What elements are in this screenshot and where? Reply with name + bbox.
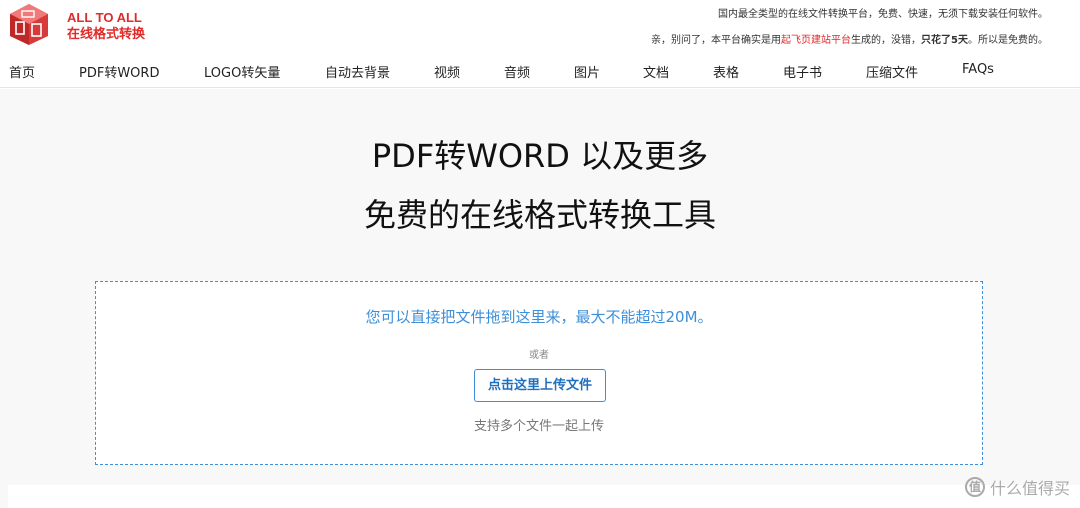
notice-bold-text: 只花了5天 — [921, 35, 968, 46]
nav-item-video[interactable]: 视频 — [434, 62, 460, 81]
site-tagline: 国内最全类型的在线文件转换平台，免费、快速，无须下载安装任何软件。 — [718, 9, 1048, 20]
drop-hint-text: 您可以直接把文件拖到这里来，最大不能超过20M。 — [365, 308, 713, 326]
main-nav: 首页 PDF转WORD LOGO转矢量 自动去背景 视频 音频 图片 文档 表格… — [0, 56, 1080, 88]
hero-title-line-2: 免费的在线格式转换工具 — [363, 196, 716, 234]
nav-item-faqs[interactable]: FAQs — [962, 62, 994, 77]
notice-platform-link[interactable]: 起飞页建站平台 — [781, 35, 851, 46]
upload-file-button[interactable]: 点击这里上传文件 — [474, 369, 606, 402]
nav-item-document[interactable]: 文档 — [643, 62, 669, 81]
notice-text-1: 亲，别问了，本平台确实是用 — [651, 35, 782, 46]
nav-item-archive[interactable]: 压缩文件 — [866, 62, 918, 81]
content-bottom-strip — [8, 485, 1080, 508]
notice-text-3: 。所以是免费的。 — [968, 35, 1048, 46]
nav-item-ebook[interactable]: 电子书 — [783, 62, 822, 81]
or-separator: 或者 — [529, 350, 549, 361]
nav-item-logo-vector[interactable]: LOGO转矢量 — [204, 62, 280, 81]
hero-title-line-1: PDF转WORD 以及更多 — [371, 137, 709, 175]
site-notice: 亲，别问了，本平台确实是用起飞页建站平台生成的，没错，只花了5天。所以是免费的。 — [651, 31, 1048, 46]
multi-upload-hint: 支持多个文件一起上传 — [473, 419, 604, 434]
brand[interactable]: ALL TO ALL 在线格式转换 — [67, 9, 145, 43]
brand-name-en: ALL TO ALL — [67, 10, 142, 25]
main-content: PDF转WORD 以及更多 免费的在线格式转换工具 您可以直接把文件拖到这里来，… — [0, 89, 1080, 508]
watermark-text: 什么值得买 — [989, 479, 1070, 498]
brand-name-cn: 在线格式转换 — [67, 27, 146, 42]
nav-item-home[interactable]: 首页 — [9, 62, 35, 81]
nav-item-pdf-to-word[interactable]: PDF转WORD — [79, 62, 159, 81]
nav-item-image[interactable]: 图片 — [574, 62, 600, 81]
watermark: 值 什么值得买 — [964, 475, 1070, 499]
nav-item-audio[interactable]: 音频 — [504, 62, 530, 81]
nav-item-remove-background[interactable]: 自动去背景 — [325, 62, 390, 81]
watermark-logo-icon: 值 — [964, 477, 985, 497]
file-drop-zone[interactable]: 您可以直接把文件拖到这里来，最大不能超过20M。 或者 点击这里上传文件 支持多… — [95, 281, 983, 465]
nav-item-spreadsheet[interactable]: 表格 — [713, 62, 739, 81]
site-header: ALL TO ALL 在线格式转换 国内最全类型的在线文件转换平台，免费、快速，… — [0, 0, 1080, 56]
logo-icon[interactable] — [8, 2, 50, 46]
notice-text-2: 生成的，没错， — [851, 35, 922, 46]
